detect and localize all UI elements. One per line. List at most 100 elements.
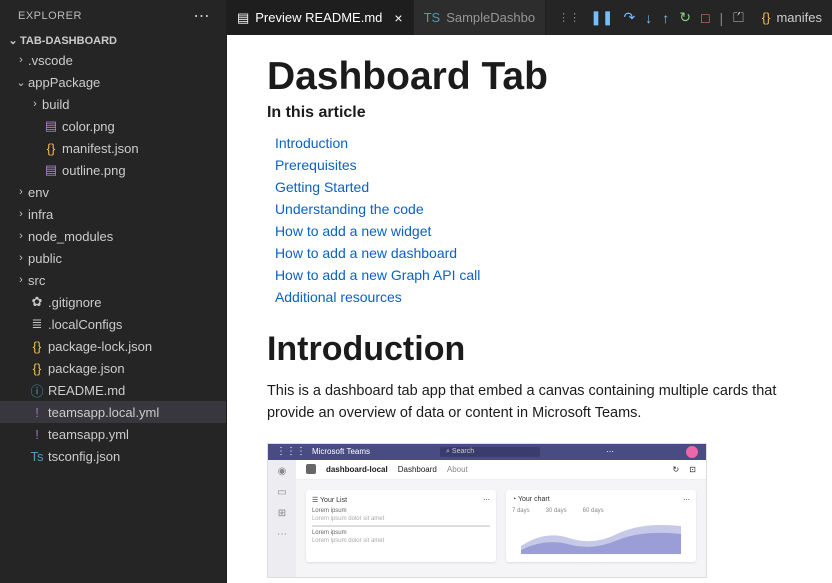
- expand-icon: ⊡: [689, 465, 696, 474]
- file-label: color.png: [62, 119, 115, 134]
- chevron-right-icon: ›: [28, 98, 42, 110]
- chat-icon: ◉: [278, 466, 287, 477]
- avatar: [686, 446, 698, 458]
- gear-icon: ✿: [28, 294, 46, 310]
- tab-about: About: [447, 465, 468, 474]
- folder-label: node_modules: [28, 229, 113, 244]
- file-package.json[interactable]: {}package.json: [0, 357, 226, 379]
- pause-icon[interactable]: ❚❚: [590, 9, 613, 26]
- file-package-lock.json[interactable]: {}package-lock.json: [0, 335, 226, 357]
- folder-env[interactable]: ›env: [0, 181, 226, 203]
- explorer-sidebar: EXPLORER ⋯ ⌄ TAB-DASHBOARD ›.vscode⌄appP…: [0, 0, 227, 583]
- file-manifest.json[interactable]: {}manifest.json: [0, 137, 226, 159]
- folder-build[interactable]: ›build: [0, 93, 226, 115]
- tab-sampledashboard[interactable]: TS SampleDashbo: [414, 0, 547, 35]
- tab-bar: ▤ Preview README.md × TS SampleDashbo ⋮⋮…: [227, 0, 832, 35]
- yaml-icon: !: [28, 405, 46, 420]
- debug-toolbar: ⋮⋮ ❚❚ ↷ ↓ ↑ ↻ □ | ⏍: [550, 9, 752, 26]
- app-icon: [306, 464, 316, 474]
- teams-screenshot: ⋮⋮⋮ Microsoft Teams ⌕ Search ⋯ ◉ ▭ ⊞ ⋯ d…: [267, 443, 707, 578]
- list-card: ☰ Your List⋯ Lorem ipsum Lorem ipsum dol…: [306, 490, 496, 562]
- toc-heading: In this article: [267, 104, 792, 122]
- step-over-icon[interactable]: ↷: [624, 9, 636, 26]
- divider: |: [719, 10, 723, 26]
- restart-icon[interactable]: ↻: [679, 9, 691, 26]
- section-heading: Introduction: [267, 330, 792, 369]
- file-outline.png[interactable]: ▤outline.png: [0, 159, 226, 181]
- chevron-right-icon: ›: [14, 186, 28, 198]
- explorer-more-icon[interactable]: ⋯: [189, 6, 214, 26]
- toc-link[interactable]: How to add a new Graph API call: [267, 264, 792, 286]
- chevron-right-icon: ›: [14, 54, 28, 66]
- folder-src[interactable]: ›src: [0, 269, 226, 291]
- editor-area: ▤ Preview README.md × TS SampleDashbo ⋮⋮…: [227, 0, 832, 583]
- folder-label: public: [28, 251, 62, 266]
- file-tsconfig.json[interactable]: Tstsconfig.json: [0, 445, 226, 467]
- chevron-right-icon: ›: [14, 230, 28, 242]
- img-icon: ▤: [42, 162, 60, 178]
- chevron-down-icon: ⌄: [6, 34, 20, 47]
- folder-label: appPackage: [28, 75, 100, 90]
- stop-icon[interactable]: □: [701, 10, 709, 26]
- toc-link[interactable]: Introduction: [267, 132, 792, 154]
- chevron-right-icon: ›: [14, 252, 28, 264]
- close-icon[interactable]: ×: [394, 10, 402, 26]
- preview-icon: ▤: [237, 10, 249, 26]
- disconnect-icon[interactable]: ⏍: [733, 9, 744, 26]
- file-teamsapp.local.yml[interactable]: !teamsapp.local.yml: [0, 401, 226, 423]
- json-icon: {}: [28, 361, 46, 376]
- project-header[interactable]: ⌄ TAB-DASHBOARD: [0, 32, 226, 49]
- file-label: package-lock.json: [48, 339, 152, 354]
- file-teamsapp.yml[interactable]: !teamsapp.yml: [0, 423, 226, 445]
- lines-icon: ≣: [28, 316, 46, 332]
- file-.localConfigs[interactable]: ≣.localConfigs: [0, 313, 226, 335]
- toc-link[interactable]: Getting Started: [267, 176, 792, 198]
- project-name: TAB-DASHBOARD: [20, 35, 117, 47]
- tab-label: manifes: [776, 10, 822, 25]
- folder-label: infra: [28, 207, 53, 222]
- folder-appPackage[interactable]: ⌄appPackage: [0, 71, 226, 93]
- activity-icon: ▭: [277, 487, 286, 498]
- file-label: package.json: [48, 361, 125, 376]
- area-chart: [512, 514, 690, 554]
- chevron-right-icon: ›: [14, 274, 28, 286]
- toc-link[interactable]: How to add a new widget: [267, 220, 792, 242]
- folder-label: src: [28, 273, 45, 288]
- toc: IntroductionPrerequisitesGetting Started…: [267, 132, 792, 308]
- markdown-preview[interactable]: Dashboard Tab In this article Introducti…: [227, 35, 832, 583]
- step-into-icon[interactable]: ↓: [645, 10, 652, 26]
- yaml-icon: !: [28, 427, 46, 442]
- file-label: tsconfig.json: [48, 449, 120, 464]
- file-label: .localConfigs: [48, 317, 122, 332]
- chart-card: ◔ Your chart⋯ 7 days 30 days 60 days: [506, 490, 696, 562]
- teams-brand: Microsoft Teams: [312, 447, 370, 456]
- drag-handle-icon[interactable]: ⋮⋮: [558, 11, 580, 24]
- tab-label: Preview README.md: [255, 10, 382, 25]
- file-.gitignore[interactable]: ✿.gitignore: [0, 291, 226, 313]
- folder-node_modules[interactable]: ›node_modules: [0, 225, 226, 247]
- file-color.png[interactable]: ▤color.png: [0, 115, 226, 137]
- toc-link[interactable]: How to add a new dashboard: [267, 242, 792, 264]
- file-README.md[interactable]: ⓘREADME.md: [0, 379, 226, 401]
- toc-link[interactable]: Additional resources: [267, 286, 792, 308]
- waffle-icon: ⋮⋮⋮: [276, 446, 306, 457]
- folder-infra[interactable]: ›infra: [0, 203, 226, 225]
- teams-tab-header: dashboard-local Dashboard About ↻ ⊡: [296, 460, 706, 480]
- json-icon: {}: [762, 10, 771, 25]
- toc-link[interactable]: Understanding the code: [267, 198, 792, 220]
- file-label: teamsapp.yml: [48, 427, 129, 442]
- toc-link[interactable]: Prerequisites: [267, 154, 792, 176]
- overflow-tab[interactable]: {} manifes: [752, 10, 832, 25]
- file-label: outline.png: [62, 163, 126, 178]
- tab-label: SampleDashbo: [446, 10, 535, 25]
- folder-public[interactable]: ›public: [0, 247, 226, 269]
- folder-.vscode[interactable]: ›.vscode: [0, 49, 226, 71]
- step-out-icon[interactable]: ↑: [662, 10, 669, 26]
- app-name: dashboard-local: [326, 465, 388, 474]
- tab-preview-readme[interactable]: ▤ Preview README.md ×: [227, 0, 414, 35]
- folder-label: .vscode: [28, 53, 73, 68]
- ts-icon: TS: [424, 10, 441, 25]
- explorer-header: EXPLORER ⋯: [0, 0, 226, 32]
- folder-label: env: [28, 185, 49, 200]
- json-icon: {}: [28, 339, 46, 354]
